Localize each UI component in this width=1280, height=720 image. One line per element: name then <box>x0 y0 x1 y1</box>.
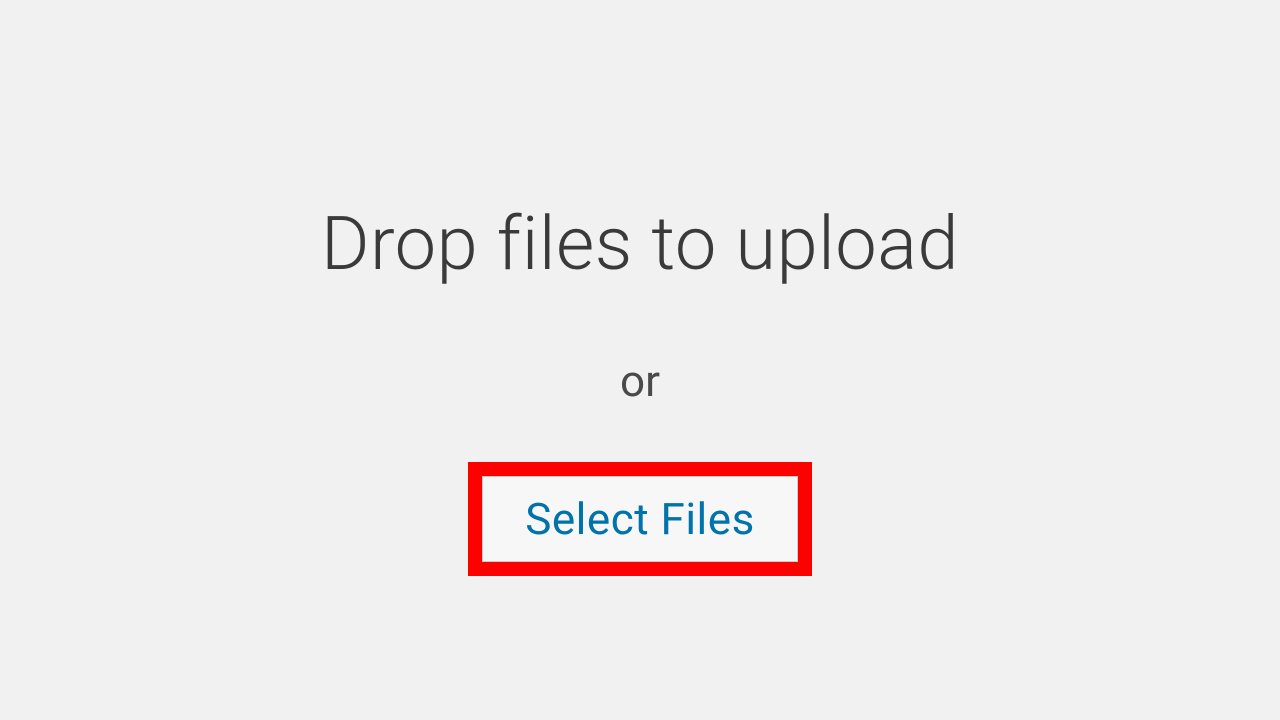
upload-heading: Drop files to upload <box>321 204 959 285</box>
select-files-button[interactable]: Select Files <box>482 476 798 562</box>
upload-or-label: or <box>620 355 660 407</box>
select-files-highlight: Select Files <box>468 462 812 576</box>
upload-dropzone[interactable]: Drop files to upload or Select Files <box>321 204 959 576</box>
